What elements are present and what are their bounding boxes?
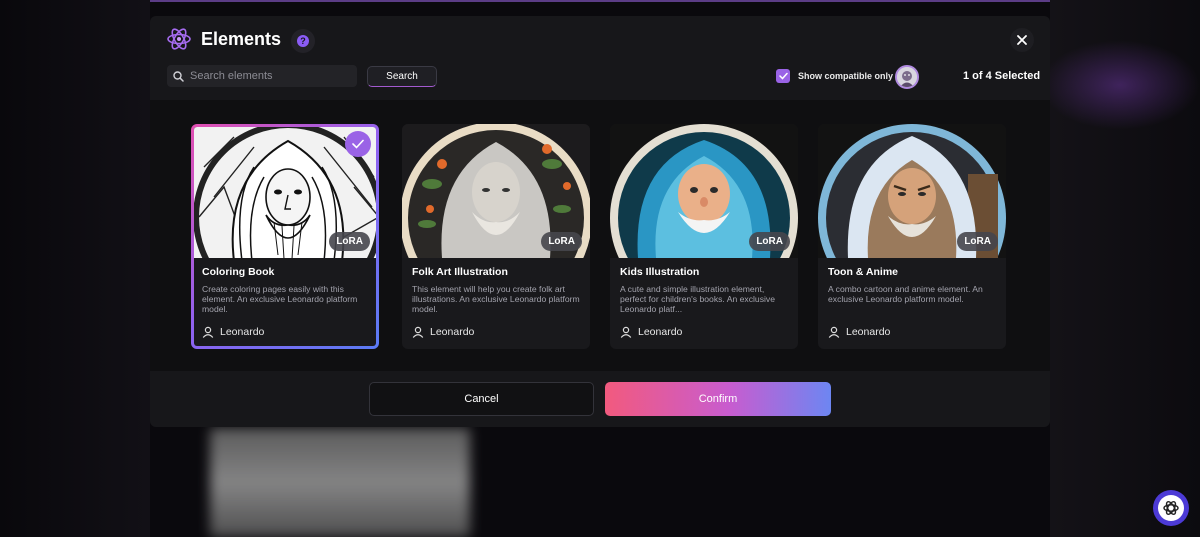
elements-grid: LoRA Coloring Book Create coloring pages… xyxy=(150,100,1050,371)
background-glow xyxy=(1040,40,1200,130)
avatar-image-icon xyxy=(897,67,917,87)
lora-badge: LoRA xyxy=(329,232,370,251)
author-name: Leonardo xyxy=(220,326,265,338)
user-icon xyxy=(828,326,840,338)
element-card-coloring-book[interactable]: LoRA Coloring Book Create coloring pages… xyxy=(191,124,379,349)
search-input[interactable] xyxy=(190,70,340,82)
author-name: Leonardo xyxy=(430,326,475,338)
lora-badge: LoRA xyxy=(957,232,998,251)
element-author: Leonardo xyxy=(202,326,264,338)
help-button[interactable]: ? xyxy=(291,29,315,53)
element-description: A combo cartoon and anime element. An ex… xyxy=(828,284,983,304)
cancel-button[interactable]: Cancel xyxy=(369,382,594,416)
close-icon xyxy=(1017,35,1027,45)
assistant-chat-button[interactable] xyxy=(1153,490,1189,526)
lora-badge: LoRA xyxy=(541,232,582,251)
element-name: Coloring Book xyxy=(202,266,275,278)
elements-modal: Elements ? Search Show compatible only xyxy=(150,16,1050,427)
element-description: This element will help you create folk a… xyxy=(412,284,580,314)
element-card-kids-illustration[interactable]: LoRA Kids Illustration A cute and simple… xyxy=(610,124,798,349)
element-author: Leonardo xyxy=(412,326,474,338)
selected-check-badge xyxy=(345,131,371,157)
background-left xyxy=(0,0,150,537)
model-avatar[interactable] xyxy=(895,65,919,89)
search-icon xyxy=(173,70,184,82)
compatible-toggle[interactable]: Show compatible only xyxy=(776,69,893,83)
confirm-button[interactable]: Confirm xyxy=(605,382,831,416)
compatible-checkbox[interactable] xyxy=(776,69,790,83)
element-card-toon-anime[interactable]: LoRA Toon & Anime A combo cartoon and an… xyxy=(818,124,1006,349)
check-icon xyxy=(778,72,788,80)
compatible-label: Show compatible only xyxy=(798,71,894,81)
element-description: Create coloring pages easily with this e… xyxy=(202,284,358,314)
element-author: Leonardo xyxy=(620,326,682,338)
user-icon xyxy=(202,326,214,338)
element-name: Toon & Anime xyxy=(828,266,898,278)
background-blurred-image xyxy=(210,428,470,537)
author-name: Leonardo xyxy=(638,326,683,338)
element-name: Folk Art Illustration xyxy=(412,266,508,278)
assistant-logo xyxy=(1158,495,1184,521)
user-icon xyxy=(412,326,424,338)
question-icon: ? xyxy=(297,35,309,47)
modal-footer: Cancel Confirm xyxy=(150,371,1050,427)
element-author: Leonardo xyxy=(828,326,890,338)
modal-title: Elements xyxy=(201,29,282,49)
search-box xyxy=(167,65,357,87)
lora-badge: LoRA xyxy=(749,232,790,251)
user-icon xyxy=(620,326,632,338)
search-button[interactable]: Search xyxy=(367,66,437,87)
element-name: Kids Illustration xyxy=(620,266,700,278)
element-card-folk-art-illustration[interactable]: LoRA Folk Art Illustration This element … xyxy=(402,124,590,349)
atom-icon xyxy=(167,28,191,50)
selected-count: 1 of 4 Selected xyxy=(963,70,1041,82)
close-button[interactable] xyxy=(1010,28,1034,52)
modal-header: Elements ? Search Show compatible only xyxy=(150,16,1050,100)
check-icon xyxy=(352,139,364,149)
author-name: Leonardo xyxy=(846,326,891,338)
element-description: A cute and simple illustration element, … xyxy=(620,284,775,314)
background-top-line xyxy=(0,0,1200,2)
openai-knot-icon xyxy=(1163,501,1179,515)
